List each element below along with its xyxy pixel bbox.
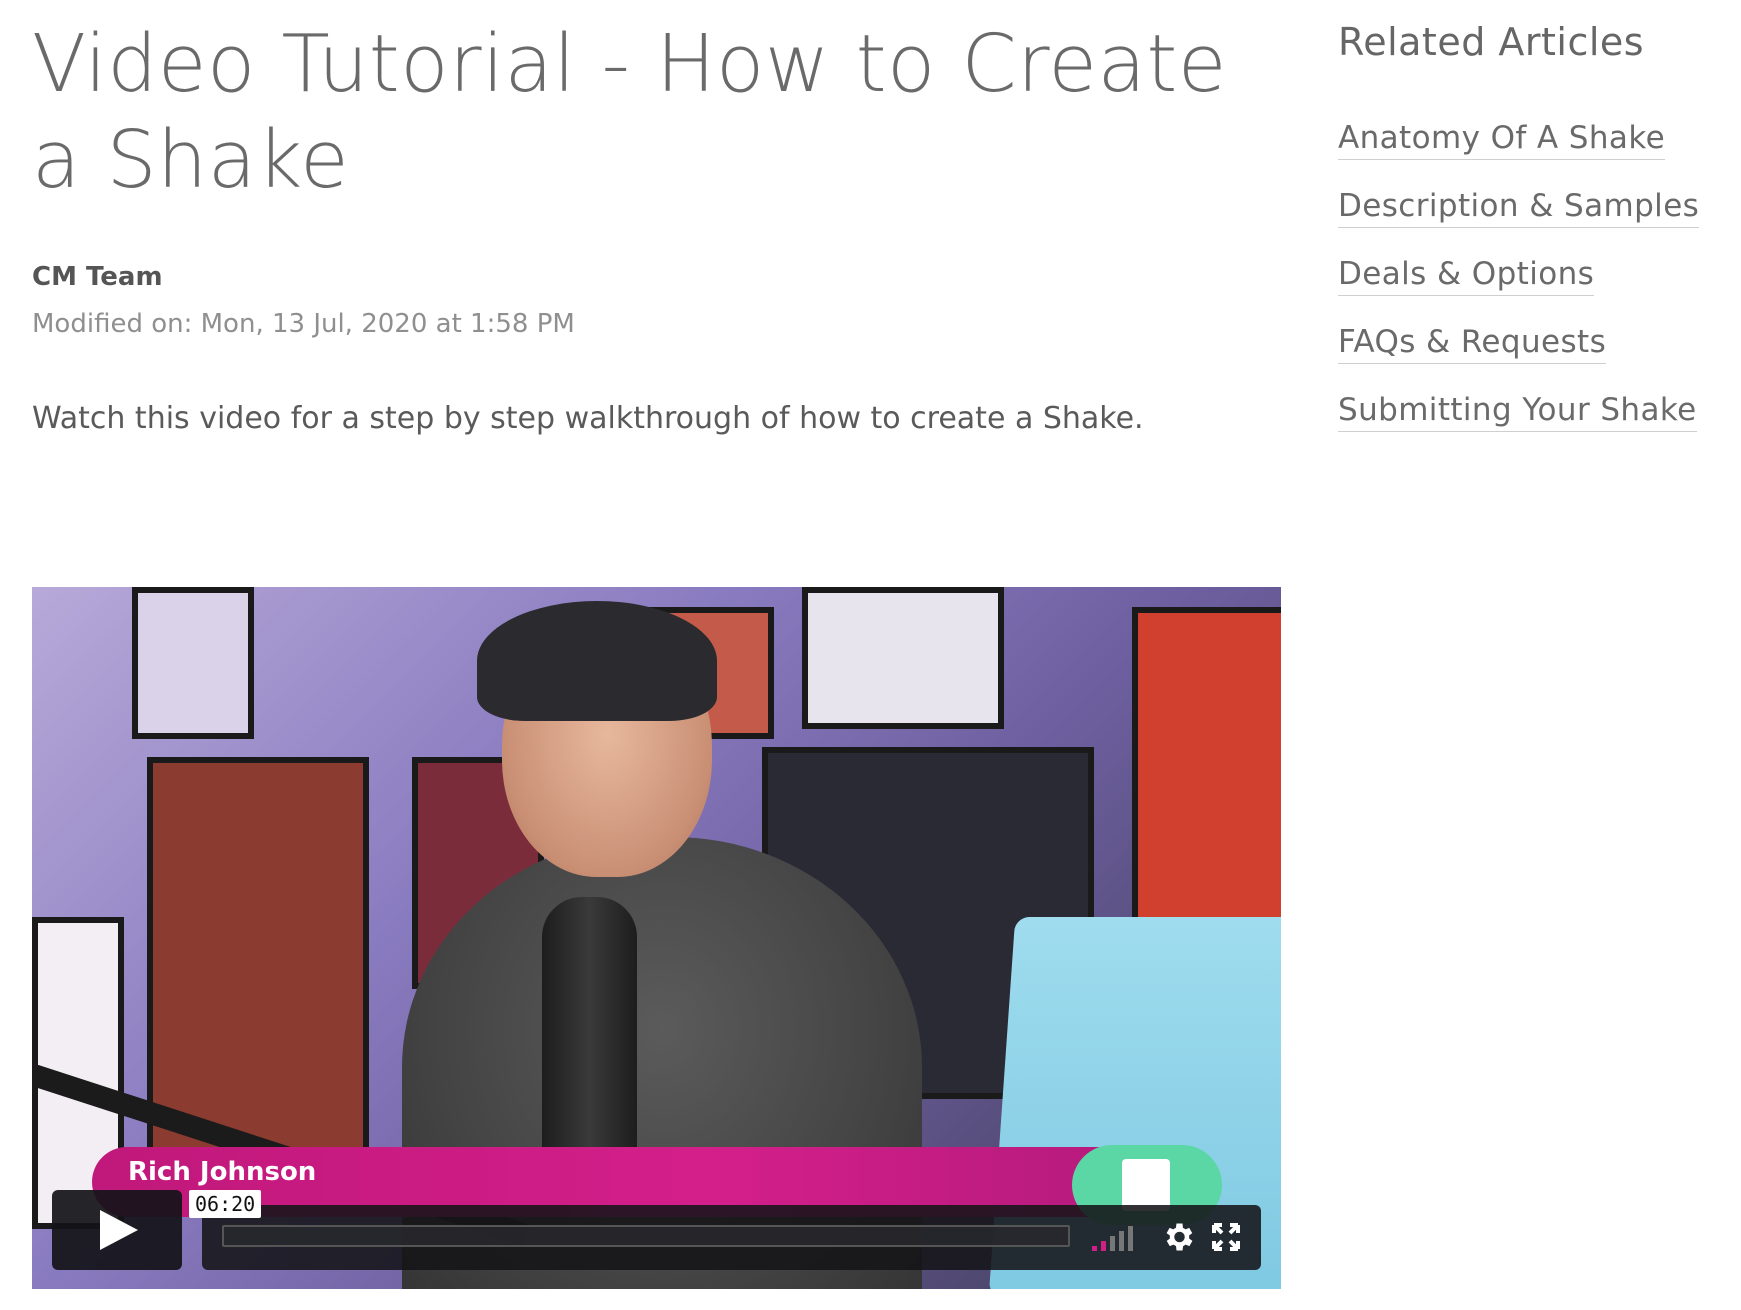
video-poster: Rich Johnson [32, 587, 1281, 1289]
related-link-anatomy[interactable]: Anatomy Of A Shake [1338, 120, 1666, 160]
list-item: FAQs & Requests [1338, 324, 1699, 364]
related-link-submitting[interactable]: Submitting Your Shake [1338, 392, 1697, 432]
poster-frame [132, 587, 254, 739]
video-player[interactable]: Rich Johnson 06:20 [32, 587, 1281, 1289]
article-title: Video Tutorial - How to Create a Shake [32, 16, 1292, 208]
article-modified-date: Modified on: Mon, 13 Jul, 2020 at 1:58 P… [32, 309, 575, 339]
article-main: Video Tutorial - How to Create a Shake C… [32, 16, 1292, 436]
article-description: Watch this video for a step by step walk… [32, 401, 1144, 436]
volume-level-bar [1101, 1241, 1106, 1251]
microphone [542, 897, 637, 1157]
list-item: Submitting Your Shake [1338, 392, 1699, 432]
volume-level-bar [1128, 1226, 1133, 1251]
volume-level-bar [1119, 1231, 1124, 1251]
play-icon [100, 1210, 138, 1250]
time-tooltip: 06:20 [189, 1190, 262, 1218]
related-link-deals[interactable]: Deals & Options [1338, 256, 1595, 296]
gear-icon[interactable] [1160, 1219, 1196, 1255]
volume-icon[interactable] [1092, 1225, 1140, 1251]
presenter-cap [477, 601, 717, 721]
control-bar [202, 1205, 1261, 1270]
related-articles-title: Related Articles [1338, 20, 1645, 64]
related-link-description[interactable]: Description & Samples [1338, 188, 1700, 228]
related-articles-list: Anatomy Of A Shake Description & Samples… [1338, 120, 1700, 460]
poster-frame [802, 587, 1004, 729]
fullscreen-icon[interactable] [1210, 1221, 1242, 1253]
article-title-line2: a Shake [32, 114, 350, 206]
list-item: Anatomy Of A Shake [1338, 120, 1699, 160]
article-title-line1: Video Tutorial - How to Create [32, 18, 1227, 110]
video-controls: 06:20 [52, 1190, 1261, 1270]
progress-track[interactable] [222, 1225, 1070, 1247]
list-item: Deals & Options [1338, 256, 1699, 296]
play-button[interactable] [52, 1190, 182, 1270]
presenter-name: Rich Johnson [128, 1157, 317, 1187]
related-link-faqs[interactable]: FAQs & Requests [1338, 324, 1607, 364]
volume-level-bar [1092, 1246, 1097, 1251]
list-item: Description & Samples [1338, 188, 1700, 228]
volume-level-bar [1110, 1236, 1115, 1251]
article-author: CM Team [32, 262, 163, 292]
related-articles: Related Articles Anatomy Of A Shake Desc… [1338, 20, 1738, 432]
